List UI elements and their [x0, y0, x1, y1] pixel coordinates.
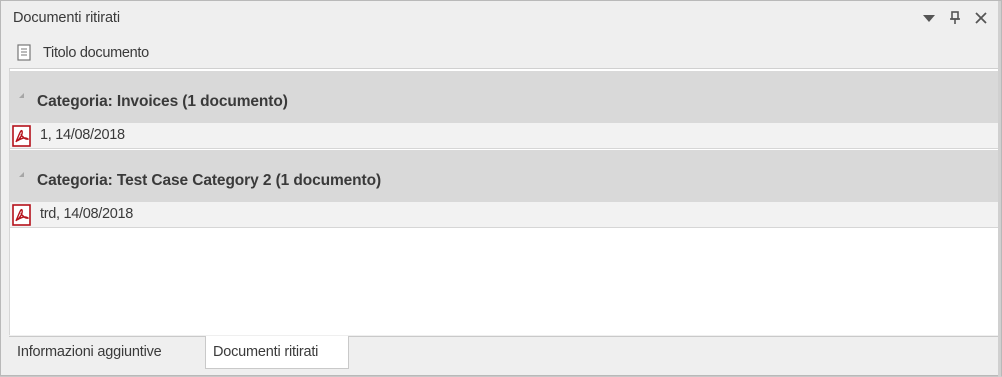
- dropdown-arrow-icon[interactable]: [921, 9, 937, 27]
- table-row[interactable]: trd, 14/08/2018: [10, 202, 999, 228]
- panel-titlebar: Documenti ritirati: [1, 1, 1001, 35]
- bottom-tab-bar: Informazioni aggiuntive Documenti ritira…: [9, 336, 999, 373]
- tab-informazioni-aggiuntive[interactable]: Informazioni aggiuntive: [9, 337, 205, 368]
- documents-grid: Categoria: Invoices (1 documento) 1, 14/…: [9, 69, 999, 335]
- right-border: [998, 1, 1001, 377]
- pdf-icon: [11, 204, 33, 226]
- document-title: 1, 14/08/2018: [40, 127, 125, 143]
- group-row-test-case-category-2[interactable]: Categoria: Test Case Category 2 (1 docum…: [10, 150, 999, 202]
- documents-panel: Documenti ritirati Titolo documento Cate…: [0, 0, 1002, 377]
- panel-title: Documenti ritirati: [13, 10, 120, 26]
- group-label: Categoria: Test Case Category 2 (1 docum…: [37, 172, 382, 189]
- document-icon: [17, 44, 31, 61]
- column-header-title[interactable]: Titolo documento: [9, 38, 999, 69]
- group-label: Categoria: Invoices (1 documento): [37, 93, 288, 110]
- group-row-invoices[interactable]: Categoria: Invoices (1 documento): [10, 71, 999, 123]
- close-icon[interactable]: [973, 9, 989, 27]
- pin-icon[interactable]: [947, 9, 963, 27]
- titlebar-icons: [921, 9, 989, 27]
- expand-triangle-icon[interactable]: [19, 172, 24, 177]
- pdf-icon: [11, 125, 33, 147]
- document-title: trd, 14/08/2018: [40, 206, 134, 222]
- column-header-label: Titolo documento: [43, 45, 149, 61]
- tab-documenti-ritirati[interactable]: Documenti ritirati: [205, 336, 349, 369]
- table-row[interactable]: 1, 14/08/2018: [10, 123, 999, 149]
- expand-triangle-icon[interactable]: [19, 93, 24, 98]
